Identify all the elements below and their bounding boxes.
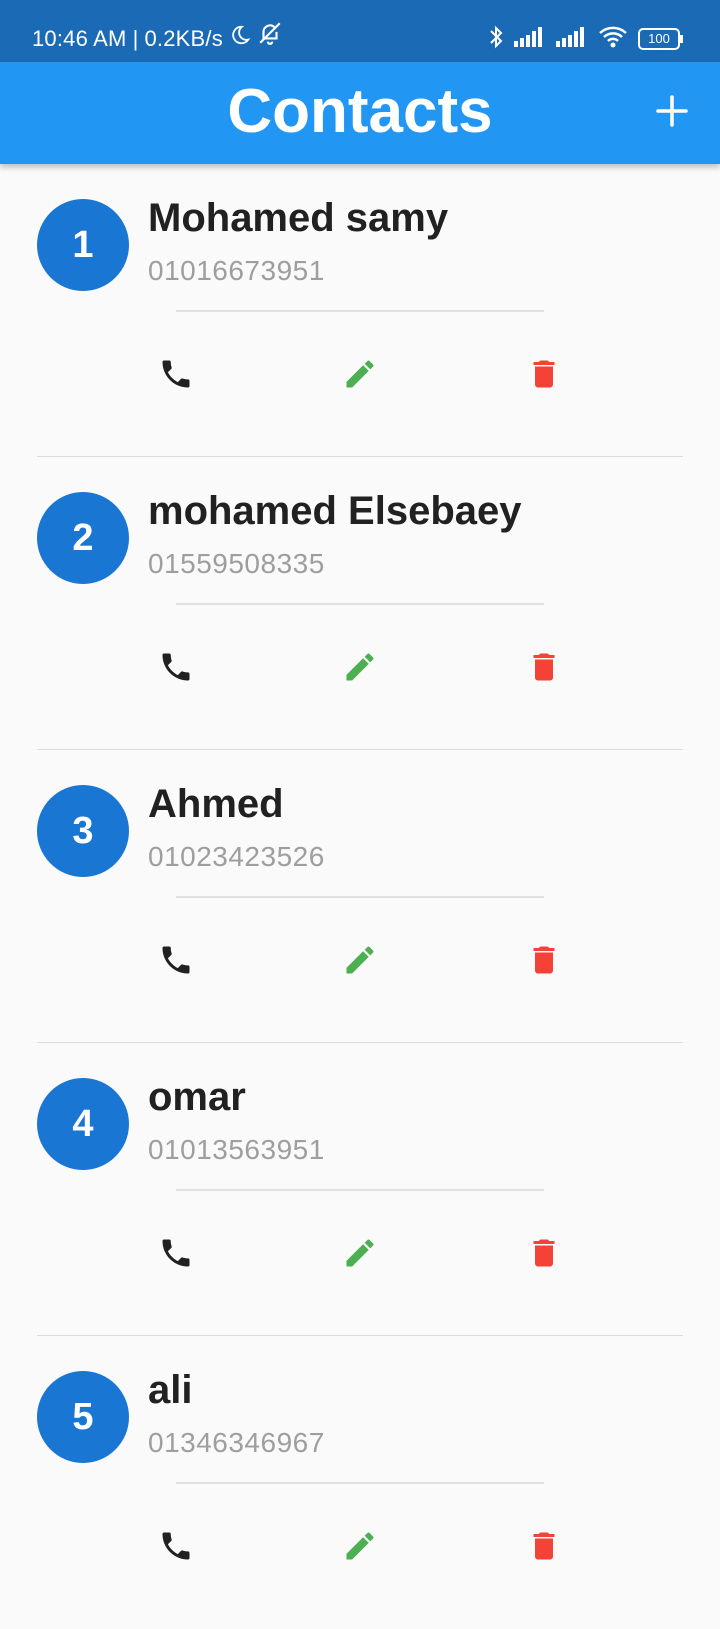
divider (176, 310, 544, 312)
call-button[interactable] (156, 1233, 196, 1273)
edit-icon (346, 1239, 374, 1267)
delete-button[interactable] (524, 1233, 564, 1273)
delete-button[interactable] (524, 647, 564, 687)
delete-button[interactable] (524, 940, 564, 980)
page-title: Contacts (227, 77, 493, 146)
contact-name: omar (148, 1075, 246, 1119)
delete-icon (533, 946, 555, 974)
status-right: 100 (488, 24, 684, 54)
contact-name: ali (148, 1368, 193, 1412)
edit-button[interactable] (340, 647, 380, 687)
list-item[interactable]: 4 omar 01013563951 (0, 1043, 720, 1336)
avatar: 4 (37, 1078, 129, 1170)
edit-icon (346, 360, 374, 388)
contact-phone: 01013563951 (148, 1134, 325, 1165)
contact-phone: 01016673951 (148, 255, 325, 286)
edit-icon (346, 1532, 374, 1560)
contact-phone: 01346346967 (148, 1427, 325, 1458)
status-bar: 10:46 AM | 0.2KB/s 100 (0, 0, 720, 62)
signal-icon (514, 26, 546, 52)
avatar: 3 (37, 785, 129, 877)
list-item[interactable]: 3 Ahmed 01023423526 (0, 750, 720, 1043)
contact-list: 1 Mohamed samy 01016673951 2 mohamed Els… (0, 164, 720, 1629)
wifi-icon (598, 25, 628, 54)
edit-button[interactable] (340, 1233, 380, 1273)
phone-icon (162, 1239, 190, 1267)
signal-icon (556, 26, 588, 52)
edit-button[interactable] (340, 940, 380, 980)
delete-button[interactable] (524, 354, 564, 394)
add-contact-button[interactable] (654, 93, 690, 129)
divider (176, 1189, 544, 1191)
call-button[interactable] (156, 354, 196, 394)
call-button[interactable] (156, 1526, 196, 1566)
app-bar: Contacts (0, 62, 720, 164)
phone-icon (162, 946, 190, 974)
delete-icon (533, 653, 555, 681)
battery-icon: 100 (638, 28, 684, 50)
list-item[interactable]: 2 mohamed Elsebaey 01559508335 (0, 457, 720, 750)
avatar: 2 (37, 492, 129, 584)
contact-phone: 01023423526 (148, 841, 325, 872)
divider (176, 896, 544, 898)
contact-name: Mohamed samy (148, 196, 449, 240)
delete-icon (533, 1239, 555, 1267)
battery-level: 100 (648, 31, 670, 46)
delete-icon (533, 360, 555, 388)
contact-phone: 01559508335 (148, 548, 325, 579)
edit-button[interactable] (340, 354, 380, 394)
avatar: 5 (37, 1371, 129, 1463)
phone-icon (162, 653, 190, 681)
plus-icon (656, 95, 688, 127)
divider (176, 603, 544, 605)
call-button[interactable] (156, 940, 196, 980)
phone-icon (162, 1532, 190, 1560)
edit-icon (346, 653, 374, 681)
bluetooth-icon (488, 25, 504, 54)
list-item[interactable]: 1 Mohamed samy 01016673951 (0, 164, 720, 457)
delete-icon (533, 1532, 555, 1560)
list-item[interactable]: 5 ali 01346346967 (0, 1336, 720, 1629)
edit-icon (346, 946, 374, 974)
edit-button[interactable] (340, 1526, 380, 1566)
contact-name: mohamed Elsebaey (148, 489, 522, 533)
divider (176, 1482, 544, 1484)
contact-name: Ahmed (148, 782, 284, 826)
call-button[interactable] (156, 647, 196, 687)
delete-button[interactable] (524, 1526, 564, 1566)
phone-icon (162, 360, 190, 388)
avatar: 1 (37, 199, 129, 291)
